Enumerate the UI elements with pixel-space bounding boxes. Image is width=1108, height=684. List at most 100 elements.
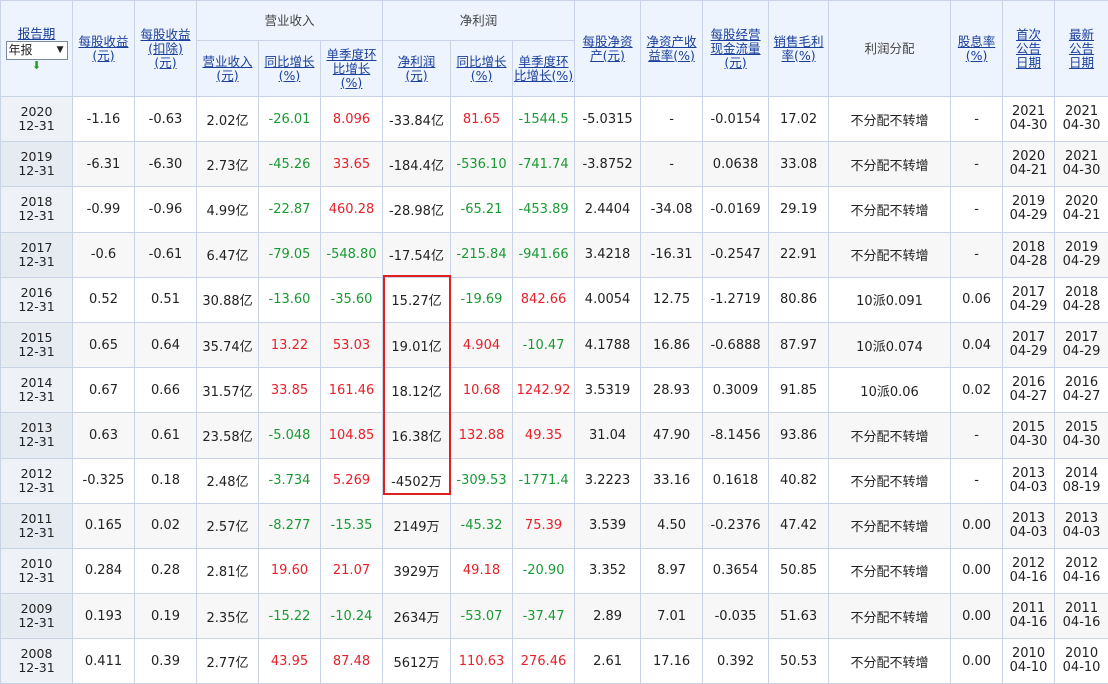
profit-qoq-cell: -941.66 bbox=[513, 232, 575, 277]
bvps-cell: -5.0315 bbox=[575, 97, 641, 142]
profit-yoy-header[interactable]: 同比增长(%) bbox=[451, 41, 513, 97]
profit-qoq-cell: -1771.4 bbox=[513, 458, 575, 503]
net-profit-cell: -4502万 bbox=[383, 458, 451, 503]
revenue-yoy-header[interactable]: 同比增长(%) bbox=[259, 41, 321, 97]
profit-yoy-cell: -215.84 bbox=[451, 232, 513, 277]
revenue-qoq-cell: 53.03 bbox=[321, 322, 383, 367]
revenue-cell: 2.35亿 bbox=[197, 594, 259, 639]
gross-margin-cell: 40.82 bbox=[769, 458, 829, 503]
div-yield-cell: - bbox=[951, 458, 1003, 503]
roe-cell: 4.50 bbox=[641, 503, 703, 548]
report-date-cell: 200912-31 bbox=[1, 594, 73, 639]
latest-pub-date-cell: 201504-30 bbox=[1055, 413, 1108, 458]
revenue-cell: 35.74亿 bbox=[197, 322, 259, 367]
net-profit-cell: 19.01亿 bbox=[383, 322, 451, 367]
report-date-cell: 201212-31 bbox=[1, 458, 73, 503]
net-profit-cell: 5612万 bbox=[383, 639, 451, 684]
revenue-yoy-cell: 19.60 bbox=[259, 548, 321, 593]
eps-cell: 0.63 bbox=[73, 413, 135, 458]
dividend-cell: 10派0.091 bbox=[829, 277, 951, 322]
profit-qoq-cell: 75.39 bbox=[513, 503, 575, 548]
table-row: 200912-310.1930.192.35亿-15.22-10.242634万… bbox=[1, 594, 1108, 639]
eps-cell: 0.65 bbox=[73, 322, 135, 367]
revenue-qoq-cell: 104.85 bbox=[321, 413, 383, 458]
period-select[interactable]: 年报▼ bbox=[6, 41, 68, 60]
bvps-cell: 3.4218 bbox=[575, 232, 641, 277]
revenue-yoy-cell: -3.734 bbox=[259, 458, 321, 503]
roe-cell: 7.01 bbox=[641, 594, 703, 639]
revenue-qoq-cell: 87.48 bbox=[321, 639, 383, 684]
ocfps-cell: 0.392 bbox=[703, 639, 769, 684]
gross-margin-cell: 51.63 bbox=[769, 594, 829, 639]
revenue-qoq-cell: 8.096 bbox=[321, 97, 383, 142]
bvps-header[interactable]: 每股净资产(元) bbox=[575, 1, 641, 97]
financial-summary-table: 报告期 年报▼ ⬇ 每股收益(元) 每股收益(扣除)(元) 营业收入 净利润 每… bbox=[0, 0, 1108, 684]
gross-margin-cell: 50.85 bbox=[769, 548, 829, 593]
bvps-cell: 3.352 bbox=[575, 548, 641, 593]
gross-margin-header[interactable]: 销售毛利率(%) bbox=[769, 1, 829, 97]
first-pub-date-cell: 201304-03 bbox=[1003, 458, 1055, 503]
dividend-cell: 不分配不转增 bbox=[829, 413, 951, 458]
latest-pub-header[interactable]: 最新公告日期 bbox=[1055, 1, 1108, 97]
profit-yoy-cell: -536.10 bbox=[451, 142, 513, 187]
latest-pub-date-cell: 201804-28 bbox=[1055, 277, 1108, 322]
revenue-cell: 2.48亿 bbox=[197, 458, 259, 503]
ocfps-cell: -0.2547 bbox=[703, 232, 769, 277]
div-yield-cell: 0.02 bbox=[951, 368, 1003, 413]
sort-down-icon[interactable]: ⬇ bbox=[1, 60, 72, 71]
revenue-yoy-cell: -15.22 bbox=[259, 594, 321, 639]
report-date-cell: 201912-31 bbox=[1, 142, 73, 187]
ocfps-cell: -0.6888 bbox=[703, 322, 769, 367]
profit-yoy-cell: 81.65 bbox=[451, 97, 513, 142]
revenue-qoq-cell: 460.28 bbox=[321, 187, 383, 232]
profit-qoq-header[interactable]: 单季度环比增长(%) bbox=[513, 41, 575, 97]
roe-cell: - bbox=[641, 142, 703, 187]
latest-pub-date-cell: 201408-19 bbox=[1055, 458, 1108, 503]
net-profit-header[interactable]: 净利润(元) bbox=[383, 41, 451, 97]
first-pub-date-cell: 201104-16 bbox=[1003, 594, 1055, 639]
table-row: 201512-310.650.6435.74亿13.2253.0319.01亿4… bbox=[1, 322, 1108, 367]
revenue-yoy-cell: -22.87 bbox=[259, 187, 321, 232]
table-row: 201412-310.670.6631.57亿33.85161.4618.12亿… bbox=[1, 368, 1108, 413]
ocfps-header[interactable]: 每股经营现金流量(元) bbox=[703, 1, 769, 97]
ocfps-cell: -0.0154 bbox=[703, 97, 769, 142]
revenue-cell: 23.58亿 bbox=[197, 413, 259, 458]
table-row: 201612-310.520.5130.88亿-13.60-35.6015.27… bbox=[1, 277, 1108, 322]
gross-margin-cell: 80.86 bbox=[769, 277, 829, 322]
profit-yoy-cell: -45.32 bbox=[451, 503, 513, 548]
ocfps-cell: 0.1618 bbox=[703, 458, 769, 503]
latest-pub-date-cell: 202104-30 bbox=[1055, 142, 1108, 187]
ocfps-cell: 0.3654 bbox=[703, 548, 769, 593]
profit-yoy-cell: 4.904 bbox=[451, 322, 513, 367]
revenue-yoy-cell: -45.26 bbox=[259, 142, 321, 187]
ocfps-cell: 0.3009 bbox=[703, 368, 769, 413]
revenue-header[interactable]: 营业收入(元) bbox=[197, 41, 259, 97]
first-pub-date-cell: 201604-27 bbox=[1003, 368, 1055, 413]
table-row: 201712-31-0.6-0.616.47亿-79.05-548.80-17.… bbox=[1, 232, 1108, 277]
revenue-qoq-cell: 5.269 bbox=[321, 458, 383, 503]
gross-margin-cell: 22.91 bbox=[769, 232, 829, 277]
report-date-cell: 201712-31 bbox=[1, 232, 73, 277]
dividend-cell: 不分配不转增 bbox=[829, 503, 951, 548]
profit-yoy-cell: 49.18 bbox=[451, 548, 513, 593]
gross-margin-cell: 87.97 bbox=[769, 322, 829, 367]
div-yield-cell: - bbox=[951, 413, 1003, 458]
dividend-cell: 不分配不转增 bbox=[829, 594, 951, 639]
roe-cell: 12.75 bbox=[641, 277, 703, 322]
eps-diluted-cell: -0.61 bbox=[135, 232, 197, 277]
roe-cell: 28.93 bbox=[641, 368, 703, 413]
eps-header[interactable]: 每股收益(元) bbox=[73, 1, 135, 97]
div-yield-cell: - bbox=[951, 232, 1003, 277]
revenue-qoq-header[interactable]: 单季度环比增长(%) bbox=[321, 41, 383, 97]
bvps-cell: 2.89 bbox=[575, 594, 641, 639]
revenue-group-header: 营业收入 bbox=[197, 1, 383, 41]
report-period-link[interactable]: 报告期 bbox=[18, 26, 56, 41]
first-pub-header[interactable]: 首次公告日期 bbox=[1003, 1, 1055, 97]
profit-yoy-cell: -53.07 bbox=[451, 594, 513, 639]
eps-diluted-header[interactable]: 每股收益(扣除)(元) bbox=[135, 1, 197, 97]
div-yield-header[interactable]: 股息率(%) bbox=[951, 1, 1003, 97]
eps-diluted-cell: -0.96 bbox=[135, 187, 197, 232]
roe-header[interactable]: 净资产收益率(%) bbox=[641, 1, 703, 97]
latest-pub-date-cell: 202004-21 bbox=[1055, 187, 1108, 232]
report-date-cell: 201412-31 bbox=[1, 368, 73, 413]
